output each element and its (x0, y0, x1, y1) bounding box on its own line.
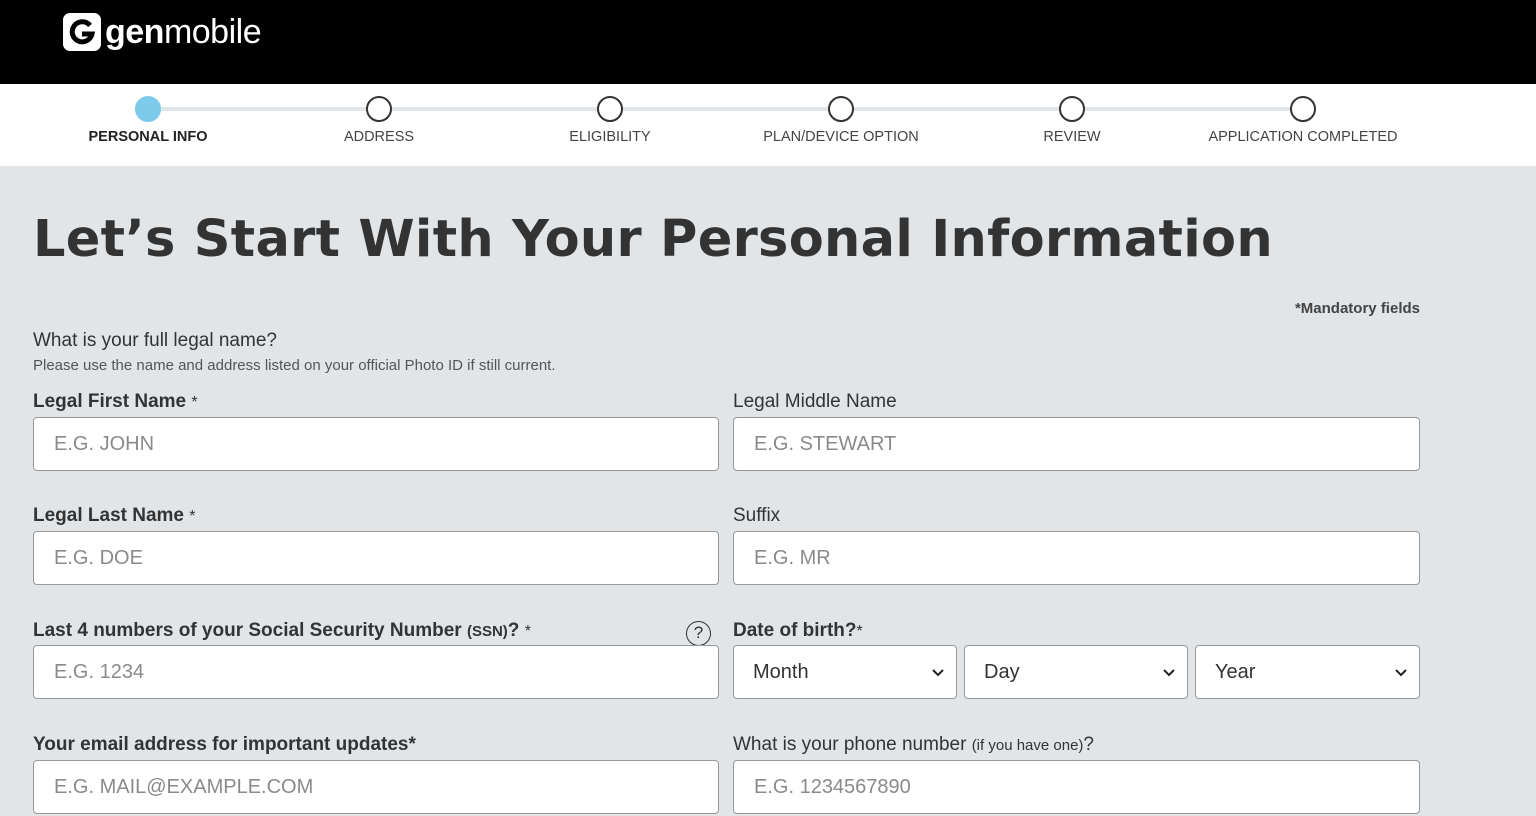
ssn-abbr: (SSN) (466, 623, 508, 640)
dob-day-select[interactable]: Day (964, 645, 1188, 699)
progress-stepper: PERSONAL INFO ADDRESS ELIGIBILITY PLAN/D… (0, 84, 1536, 166)
dob-year-value: Year (1215, 660, 1256, 683)
dob-day-value: Day (984, 660, 1020, 683)
ssn-label-text: Last 4 numbers of your Social Security N… (33, 620, 462, 641)
phone-label-end: ? (1083, 734, 1094, 755)
top-header: genmobile (0, 0, 1536, 84)
middle-name-label: Legal Middle Name (733, 391, 897, 412)
ssn-label-end: ? (507, 620, 520, 641)
chevron-down-icon (932, 669, 944, 677)
dob-year-select[interactable]: Year (1195, 645, 1420, 699)
step-label: PLAN/DEVICE OPTION (763, 129, 919, 145)
step-label: REVIEW (1043, 129, 1101, 145)
step-dot (828, 96, 854, 122)
phone-label-note: (if you have one) (971, 737, 1084, 754)
logo-wordmark-bold: gen (105, 13, 164, 51)
step-dot (1290, 96, 1316, 122)
required-mark: * (191, 394, 198, 411)
middle-name-input[interactable] (733, 417, 1420, 471)
first-name-label: Legal First Name * (33, 391, 198, 413)
dob-month-select[interactable]: Month (733, 645, 957, 699)
last-name-label-text: Legal Last Name (33, 505, 184, 526)
step-dot (597, 96, 623, 122)
step-dot-active (135, 96, 161, 122)
step-label: PERSONAL INFO (88, 129, 208, 145)
email-label: Your email address for important updates… (33, 734, 416, 755)
suffix-label: Suffix (733, 505, 781, 526)
step-review: REVIEW (952, 96, 1192, 145)
name-question: What is your full legal name? (33, 330, 277, 351)
required-mark: * (524, 623, 531, 640)
suffix-input[interactable] (733, 531, 1420, 585)
step-label: ADDRESS (343, 129, 415, 145)
step-label: ELIGIBILITY (569, 129, 651, 145)
step-personal-info: PERSONAL INFO (28, 96, 268, 145)
ssn-label: Last 4 numbers of your Social Security N… (33, 620, 531, 642)
first-name-label-text: Legal First Name (33, 391, 187, 412)
genmobile-logo[interactable]: genmobile (63, 12, 262, 52)
last-name-label: Legal Last Name * (33, 505, 196, 527)
step-plan-device-option: PLAN/DEVICE OPTION (721, 96, 961, 145)
phone-label: What is your phone number (if you have o… (733, 734, 1094, 756)
step-label: APPLICATION COMPLETED (1208, 129, 1398, 145)
name-helper-text: Please use the name and address listed o… (33, 357, 556, 374)
email-input[interactable] (33, 760, 719, 814)
step-address: ADDRESS (259, 96, 499, 145)
logo-wordmark: genmobile (105, 13, 262, 51)
dob-month-value: Month (753, 660, 809, 683)
last-name-input[interactable] (33, 531, 719, 585)
mandatory-fields-note: *Mandatory fields (1294, 300, 1420, 317)
first-name-input[interactable] (33, 417, 719, 471)
step-dot (1059, 96, 1085, 122)
chevron-down-icon (1163, 669, 1175, 677)
help-question-icon[interactable]: ? (686, 621, 711, 646)
logo-wordmark-light: mobile (163, 13, 262, 51)
dob-label: Date of birth?* (733, 620, 863, 642)
step-application-completed: APPLICATION COMPLETED (1183, 96, 1423, 145)
phone-label-text: What is your phone number (733, 734, 967, 755)
required-mark: * (189, 508, 196, 525)
page-title: Let’s Start With Your Personal Informati… (33, 210, 1273, 269)
phone-input[interactable] (733, 760, 1420, 814)
required-mark: * (856, 623, 863, 640)
dob-label-text: Date of birth? (733, 620, 857, 641)
step-eligibility: ELIGIBILITY (490, 96, 730, 145)
chevron-down-icon (1395, 669, 1407, 677)
logo-g-icon (63, 13, 101, 51)
step-dot (366, 96, 392, 122)
ssn-last4-input[interactable] (33, 645, 719, 699)
